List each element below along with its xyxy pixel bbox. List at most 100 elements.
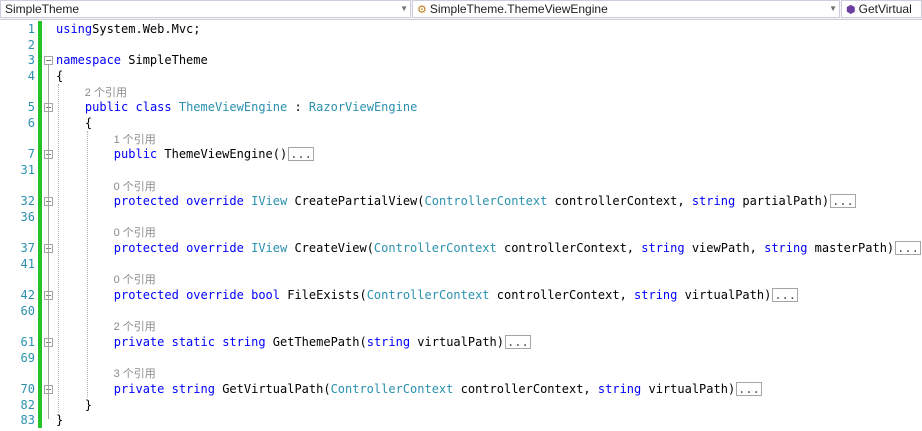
type-token: ControllerContext — [330, 381, 454, 396]
method-icon: ⬢ — [846, 4, 856, 16]
codelens-text[interactable]: 2 个引用 — [114, 318, 156, 335]
type-dropdown[interactable]: ⚙ SimpleTheme.ThemeViewEngine ▼ — [412, 0, 840, 18]
type-token: ControllerContext — [424, 194, 548, 209]
type-token: ControllerContext — [366, 288, 490, 303]
code-token: virtualPath) — [641, 381, 736, 396]
code-token: partialPath) — [735, 194, 830, 209]
line-number: 5 — [27, 100, 35, 115]
line-number: 36 — [20, 209, 35, 224]
reference-count[interactable]: 2 个引用 — [85, 87, 127, 99]
member-dropdown[interactable]: ⬢ GetVirtual — [841, 0, 922, 18]
collapsed-region-button[interactable]: ... — [288, 147, 314, 162]
keyword-token: bool — [251, 288, 280, 303]
indent-guide — [58, 83, 59, 413]
class-icon: ⚙ — [417, 4, 427, 16]
code-text[interactable]: private static string GetThemePath(strin… — [56, 334, 531, 350]
keyword-token: override — [186, 288, 244, 303]
line-number: 2 — [27, 37, 35, 52]
code-token: { — [56, 115, 93, 130]
codelens-text[interactable]: 2 个引用 — [85, 84, 127, 101]
collapsed-region-button[interactable]: ... — [505, 335, 531, 349]
reference-count[interactable]: 0 个引用 — [114, 274, 156, 286]
codelens-text[interactable]: 1 个引用 — [114, 131, 156, 148]
code-text[interactable]: { — [56, 115, 92, 131]
code-token: System.Web.Mvc; — [92, 22, 201, 36]
line-number: 82 — [20, 397, 35, 412]
keyword-token: string — [691, 194, 736, 209]
codelens-text[interactable]: 0 个引用 — [114, 271, 156, 288]
code-text[interactable]: } — [56, 412, 63, 428]
line-number: 7 — [27, 147, 35, 162]
keyword-token: namespace — [56, 53, 122, 68]
keyword-token: override — [186, 241, 244, 256]
line-number: 6 — [27, 115, 35, 130]
line-number: 1 — [27, 22, 35, 36]
keyword-token: protected — [113, 241, 179, 256]
project-dropdown[interactable]: SimpleTheme ▼ — [0, 0, 411, 18]
reference-count[interactable]: 3 个引用 — [114, 368, 156, 380]
code-text[interactable]: { — [56, 68, 63, 84]
line-number: 41 — [20, 256, 35, 271]
code-token: : — [287, 100, 309, 115]
reference-count[interactable]: 0 个引用 — [114, 227, 156, 239]
collapsed-region-button[interactable]: ... — [736, 381, 762, 396]
member-dropdown-label: GetVirtual — [858, 2, 912, 16]
collapsed-region-button[interactable]: ... — [830, 194, 856, 209]
codelens-text[interactable]: 0 个引用 — [114, 224, 156, 241]
line-number: 83 — [20, 413, 35, 428]
line-number: 32 — [20, 194, 35, 209]
code-token: CreatePartialView( — [287, 194, 425, 209]
code-text[interactable]: namespace SimpleTheme — [56, 52, 208, 68]
codelens-text[interactable]: 0 个引用 — [114, 178, 156, 195]
type-token: ThemeViewEngine — [178, 100, 288, 115]
code-text[interactable]: public class ThemeViewEngine : RazorView… — [56, 99, 417, 115]
reference-count[interactable]: 1 个引用 — [114, 134, 156, 146]
line-number: 31 — [20, 162, 35, 177]
line-number: 3 — [27, 53, 35, 68]
code-token: CreateView( — [287, 241, 374, 256]
code-token: virtualPath) — [410, 335, 504, 349]
code-token: controllerContext, — [547, 194, 692, 209]
keyword-token: string — [171, 381, 215, 396]
line-number: 70 — [20, 381, 35, 396]
keyword-token: class — [135, 100, 172, 115]
reference-count[interactable]: 0 个引用 — [114, 181, 156, 193]
keyword-token: public — [113, 147, 158, 162]
keyword-token: string — [641, 241, 685, 256]
collapse-icon[interactable]: − — [44, 56, 53, 66]
code-text[interactable]: } — [56, 397, 92, 413]
type-dropdown-label: SimpleTheme.ThemeViewEngine — [429, 2, 608, 16]
change-tracking-bar — [38, 21, 42, 428]
reference-count[interactable]: 2 个引用 — [114, 321, 156, 333]
collapsed-region-button[interactable]: ... — [895, 241, 921, 256]
collapsed-region-button[interactable]: ... — [772, 288, 798, 303]
code-token: } — [56, 397, 93, 412]
code-token: SimpleTheme — [121, 53, 208, 68]
code-text[interactable]: private string GetVirtualPath(Controller… — [56, 381, 762, 397]
codelens-text[interactable]: 3 个引用 — [114, 365, 156, 382]
code-text[interactable]: protected override IView CreateView(Cont… — [56, 240, 921, 256]
code-token: controllerContext, — [489, 288, 635, 303]
code-text[interactable]: usingSystem.Web.Mvc; — [56, 21, 201, 37]
code-text[interactable]: public ThemeViewEngine()... — [56, 146, 314, 162]
code-text[interactable]: protected override bool FileExists(Contr… — [56, 287, 798, 303]
chevron-down-icon: ▼ — [400, 4, 408, 13]
code-token: virtualPath) — [677, 288, 772, 303]
code-editor[interactable]: 1 usingSystem.Web.Mvc; 2 3− namespace Simple… — [0, 20, 922, 431]
keyword-token: private — [113, 335, 165, 349]
code-token: { — [56, 68, 64, 83]
keyword-token: static — [171, 335, 215, 349]
code-text[interactable]: protected override IView CreatePartialVi… — [56, 193, 856, 209]
